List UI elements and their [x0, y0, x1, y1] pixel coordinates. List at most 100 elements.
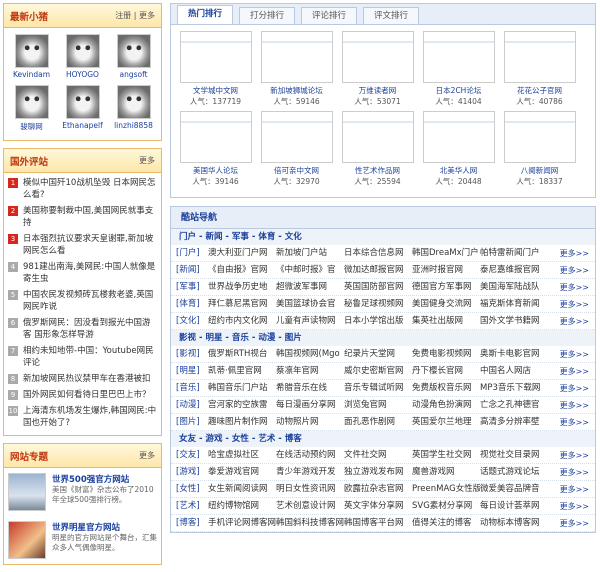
site-link[interactable]: 新加坡门户站	[276, 245, 344, 261]
news-item[interactable]: 8 新加坡网民热议禁甲车在香港被扣	[8, 373, 157, 385]
site-link[interactable]: 独立游戏发布网	[344, 464, 412, 480]
site-link[interactable]: 动物标本博客网	[480, 515, 548, 531]
site-link[interactable]: 宫河家的空族雷	[208, 397, 276, 413]
tab-hot[interactable]: 热门排行	[177, 5, 234, 24]
site-link[interactable]: 面孔恶作剧网	[344, 414, 412, 430]
news-item[interactable]: 5 中国农民发视频砖瓦楼救老婆,英国网民咋说	[8, 289, 157, 313]
news-link[interactable]: 981建出南海,美网民:中国人就像是寄生虫	[23, 261, 157, 285]
site-link[interactable]: 威尔史密斯官网	[344, 363, 412, 379]
news-link[interactable]: 模似中国歼10战机坠毁 日本网民怎么看?	[23, 177, 157, 201]
avatar[interactable]	[14, 85, 49, 119]
site-link[interactable]: 万维读者网	[359, 86, 397, 95]
site-screenshot[interactable]	[503, 111, 576, 163]
site-link[interactable]: 《自由报》官网	[208, 262, 276, 278]
topic-item[interactable]: 世界明星官方网站 明星的官方网站是个舞台，汇集众多人气偶像明星。	[4, 516, 161, 564]
site-link[interactable]: 青少年游戏开发	[276, 464, 344, 480]
site-link[interactable]: 美国海军陆战队	[480, 279, 548, 295]
site-screenshot[interactable]	[503, 31, 576, 83]
site-link[interactable]: 日本2CH论坛	[436, 86, 482, 95]
site-card[interactable]: 文学城中文网 人气：137719	[175, 31, 256, 107]
site-link[interactable]: 手机评论网博客网	[208, 515, 276, 531]
site-link[interactable]: 秘鲁足球视频网	[344, 296, 412, 312]
site-link[interactable]: 英国爱尔兰地理	[412, 414, 480, 430]
site-link[interactable]: 拜仁慕尼黑官网	[208, 296, 276, 312]
site-link[interactable]: 纪录片天堂网	[344, 346, 412, 362]
site-link[interactable]: 韩国音乐门户站	[208, 380, 276, 396]
more-link[interactable]: 更多>>	[560, 414, 595, 430]
site-link[interactable]: 集英社出版网	[412, 313, 480, 329]
news-item[interactable]: 7 相约未知地带-中国：Youtube网民评论	[8, 345, 157, 369]
more-link[interactable]: 更多>>	[560, 464, 595, 480]
site-link[interactable]: 福克斯体育新闻	[480, 296, 548, 312]
site-screenshot[interactable]	[422, 31, 495, 83]
site-screenshot[interactable]	[422, 111, 495, 163]
tab-score[interactable]: 打分排行	[239, 7, 296, 24]
category-link[interactable]: [图片]	[176, 414, 208, 430]
news-item[interactable]: 6 俄罗斯网民：因没看到报光中国游客 国形象怎样导游	[8, 317, 157, 341]
site-link[interactable]: 免费电影视频网	[412, 346, 480, 362]
news-item[interactable]: 3 日本强烈抗议要求天皇谢罪,新加坡网民怎么看	[8, 233, 157, 257]
category-link[interactable]: [博客]	[176, 515, 208, 531]
site-link[interactable]: 倍可亲中文网	[274, 166, 319, 175]
site-link[interactable]: 魔兽游戏网	[412, 464, 480, 480]
category-link[interactable]: [门户]	[176, 245, 208, 261]
news-link[interactable]: 新加坡网民热议禁甲车在香港被扣	[23, 373, 151, 385]
site-card[interactable]: 万维读者网 人气：53071	[337, 31, 418, 107]
site-link[interactable]: 微爱美容品牌音	[480, 481, 548, 497]
site-card[interactable]: 花花公子官网 人气：40786	[499, 31, 580, 107]
site-card[interactable]: 北美华人网 人气：20448	[418, 111, 499, 187]
site-link[interactable]: SVG素材分享网	[412, 498, 480, 514]
tab-reviews[interactable]: 评文排行	[363, 7, 420, 24]
avatar[interactable]	[116, 34, 151, 68]
site-link[interactable]: 花花公子官网	[517, 86, 562, 95]
news-link[interactable]: 俄罗斯网民：因没看到报光中国游客 国形象怎样导游	[23, 317, 157, 341]
site-link[interactable]: 女生新闻阅读网	[208, 481, 276, 497]
site-link[interactable]: 浏览兔官网	[344, 397, 412, 413]
more-link[interactable]: 更多>>	[560, 245, 595, 261]
site-link[interactable]: 欧露拉杂志官网	[344, 481, 412, 497]
news-link[interactable]: 日本强烈抗议要求天皇谢罪,新加坡网民怎么看	[23, 233, 157, 257]
more-link[interactable]: 更多>>	[560, 498, 595, 514]
site-link[interactable]: 文件社交网	[344, 447, 412, 463]
site-link[interactable]: 美国篮球协会官	[276, 296, 344, 312]
site-link[interactable]: 英国国防部官网	[344, 279, 412, 295]
more-link[interactable]: 更多	[139, 156, 155, 165]
user-card[interactable]: Kevindam	[6, 34, 57, 79]
register-link[interactable]: 注册	[115, 11, 131, 20]
site-link[interactable]: 世界战争历史地	[208, 279, 276, 295]
site-link[interactable]: 纽约市内文化网	[208, 313, 276, 329]
site-link[interactable]: PreenMAG女性版	[412, 481, 480, 497]
site-link[interactable]: 日本小学馆出版	[344, 313, 412, 329]
site-card[interactable]: 倍可亲中文网 人气：32970	[256, 111, 337, 187]
site-link[interactable]: 奥斯卡电影官网	[480, 346, 548, 362]
site-card[interactable]: 八阕新闻网 人气：18337	[499, 111, 580, 187]
site-link[interactable]: 动物照片网	[276, 414, 344, 430]
news-item[interactable]: 10 上海清东机场发生爆炸,韩国网民:中国也开始了?	[8, 405, 157, 429]
site-link[interactable]: 每日设计荟萃网	[480, 498, 548, 514]
site-link[interactable]: 拳爱游戏官网	[208, 464, 276, 480]
site-link[interactable]: 音乐专辑试听网	[344, 380, 412, 396]
site-link[interactable]: 美国华人论坛	[193, 166, 238, 175]
avatar[interactable]	[65, 85, 100, 119]
more-link[interactable]: 更多>>	[560, 380, 595, 396]
site-card[interactable]: 美国华人论坛 人气：39146	[175, 111, 256, 187]
more-link[interactable]: 更多>>	[560, 481, 595, 497]
site-link[interactable]: 值得关注的博客	[412, 515, 480, 531]
more-link[interactable]: 更多	[139, 11, 155, 20]
category-link[interactable]: [影视]	[176, 346, 208, 362]
site-link[interactable]: 韩国博客平台网	[344, 515, 412, 531]
more-link[interactable]: 更多>>	[560, 262, 595, 278]
user-card[interactable]: angsoft	[108, 34, 159, 79]
site-link[interactable]: 儿童有声读物网	[276, 313, 344, 329]
site-screenshot[interactable]	[260, 31, 333, 83]
more-link[interactable]: 更多>>	[560, 346, 595, 362]
topic-thumbnail[interactable]	[8, 521, 46, 559]
site-link[interactable]: 丹下樱长官网	[412, 363, 480, 379]
site-link[interactable]: 韩国视频网(Mgo	[276, 346, 344, 362]
avatar[interactable]	[14, 34, 49, 68]
more-link[interactable]: 更多>>	[560, 279, 595, 295]
avatar[interactable]	[116, 85, 151, 119]
site-link[interactable]: 纽约博物馆网	[208, 498, 276, 514]
site-link[interactable]: 八阕新闻网	[521, 166, 559, 175]
site-link[interactable]: 蔡凛年官网	[276, 363, 344, 379]
